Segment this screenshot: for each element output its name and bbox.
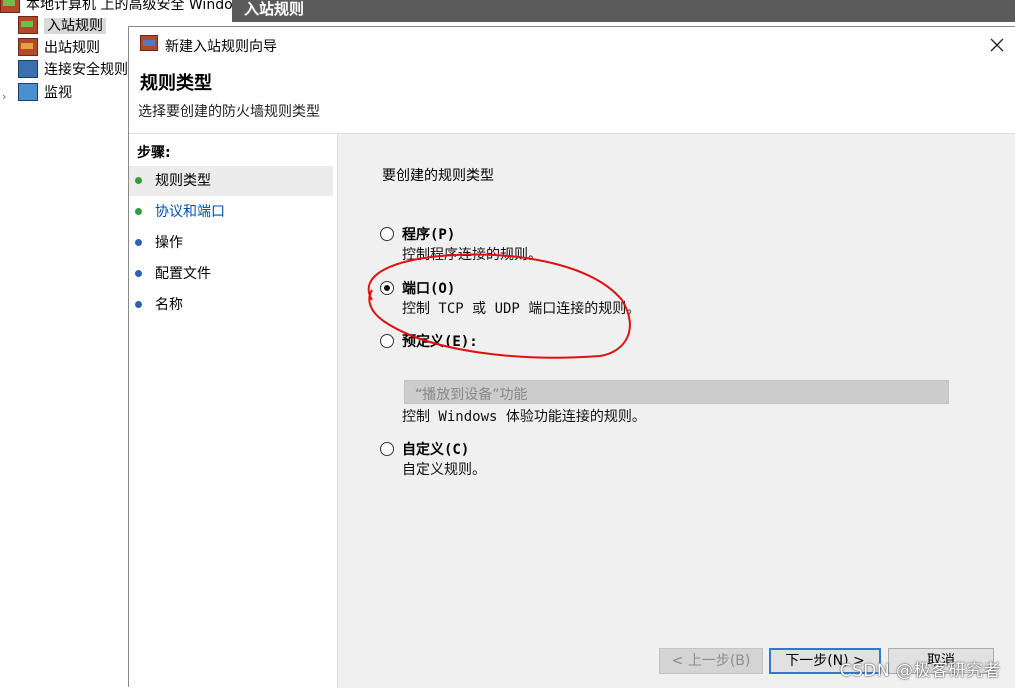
step-dot-icon	[135, 270, 142, 277]
new-inbound-rule-wizard: 新建入站规则向导 规则类型 选择要创建的防火墙规则类型 步骤: 规则类型 协议和…	[128, 26, 1015, 688]
expand-chevron-icon[interactable]: ›	[2, 90, 6, 103]
step-name: 名称	[129, 290, 333, 320]
step-profile: 配置文件	[129, 259, 333, 289]
tree-item-outbound-rules[interactable]: 出站规则	[18, 37, 100, 59]
close-icon	[990, 38, 1004, 52]
step-dot-icon	[135, 239, 142, 246]
step-dot-icon	[135, 301, 142, 308]
step-dot-icon	[135, 208, 142, 215]
page-title: 规则类型	[140, 73, 212, 94]
custom-radio[interactable]	[380, 442, 394, 456]
dialog-titlebar[interactable]: 新建入站规则向导	[129, 27, 1015, 63]
tree-item-monitoring[interactable]: 监视	[18, 82, 72, 104]
step-dot-icon	[135, 177, 142, 184]
step-protocol-ports[interactable]: 协议和端口	[129, 197, 333, 227]
step-rule-type: 规则类型	[129, 166, 333, 196]
close-button[interactable]	[985, 33, 1009, 57]
inbound-rules-icon	[18, 16, 38, 34]
pane-header: 入站规则	[232, 0, 1015, 22]
back-button[interactable]: < 上一步(B)	[659, 648, 763, 674]
steps-panel: 步骤: 规则类型 协议和端口 操作 配置文件 名称	[129, 134, 338, 688]
watermark: CSDN @极客研究者	[839, 661, 1001, 681]
tree-item-inbound-rules[interactable]: 入站规则	[18, 15, 106, 37]
outbound-rules-icon	[18, 38, 38, 56]
dialog-title: 新建入站规则向导	[165, 39, 277, 55]
tree-item-connection-security[interactable]: 连接安全规则	[18, 59, 128, 81]
predefined-radio[interactable]	[380, 334, 394, 348]
predefined-select: “播放到设备”功能 ﹀	[404, 380, 949, 404]
firewall-icon	[0, 0, 20, 13]
chevron-down-icon: ﹀	[415, 389, 425, 400]
program-radio[interactable]	[380, 227, 394, 241]
content-title: 要创建的规则类型	[382, 168, 494, 184]
port-radio[interactable]	[380, 281, 394, 295]
connection-security-icon	[18, 60, 38, 78]
steps-title: 步骤:	[137, 145, 171, 161]
step-action: 操作	[129, 228, 333, 258]
monitor-icon	[18, 83, 38, 101]
firewall-icon	[140, 35, 158, 51]
content-panel: 要创建的规则类型 程序(P) 控制程序连接的规则。 端口(O) 控制 TCP 或…	[338, 134, 1015, 688]
tree-root[interactable]: 本地计算机 上的高级安全 Windows	[0, 0, 251, 16]
page-subtitle: 选择要创建的防火墙规则类型	[138, 104, 320, 120]
